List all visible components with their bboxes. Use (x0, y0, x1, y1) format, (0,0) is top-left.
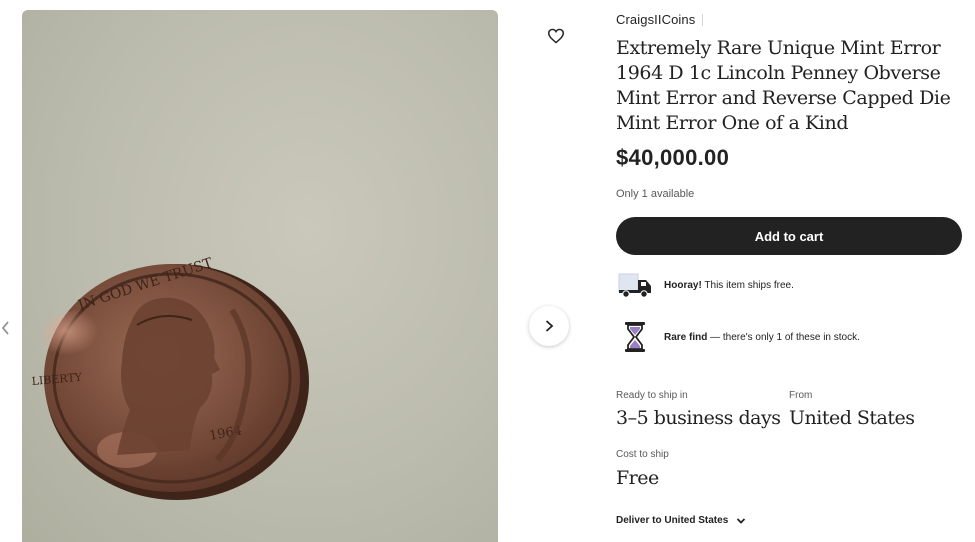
deliver-to-dropdown[interactable]: Deliver to United States (616, 515, 746, 526)
rare-find-perk: Rare find — there's only 1 of these in s… (616, 320, 860, 354)
next-image-button[interactable] (529, 306, 569, 346)
price: $40,000.00 (616, 145, 730, 170)
availability-text: Only 1 available (616, 188, 695, 200)
heart-icon (547, 28, 565, 44)
cost-to-ship-value: Free (616, 467, 659, 489)
product-photo[interactable]: IN GOD WE TRUST 1964 LIBERTY (22, 10, 498, 542)
penny-image: IN GOD WE TRUST 1964 LIBERTY (31, 255, 309, 500)
favorite-button[interactable] (541, 21, 571, 51)
delivery-truck-icon (616, 268, 654, 302)
ready-to-ship-label: Ready to ship in (616, 390, 688, 401)
shop-name-link[interactable]: CraigsIICoins (616, 12, 695, 27)
add-to-cart-button[interactable]: Add to cart (616, 217, 962, 255)
cost-to-ship-label: Cost to ship (616, 449, 669, 460)
shop-divider (702, 14, 703, 26)
chevron-right-icon (545, 320, 554, 332)
perk-bold: Hooray! (664, 279, 702, 291)
ships-from-value: United States (789, 407, 915, 429)
perk-text: — there's only 1 of these in stock. (707, 331, 860, 343)
ready-to-ship-value: 3–5 business days (616, 407, 781, 429)
perk-text: This item ships free. (701, 279, 794, 291)
deliver-to-label: Deliver to United States (616, 515, 729, 526)
ships-from-label: From (789, 390, 813, 401)
free-shipping-perk: Hooray! This item ships free. (616, 268, 794, 302)
listing-title: Extremely Rare Unique Mint Error 1964 D … (616, 37, 951, 134)
chevron-down-icon (737, 517, 746, 524)
perk-bold: Rare find (664, 331, 708, 343)
chevron-left-icon (1, 321, 9, 335)
hourglass-icon (616, 320, 654, 354)
